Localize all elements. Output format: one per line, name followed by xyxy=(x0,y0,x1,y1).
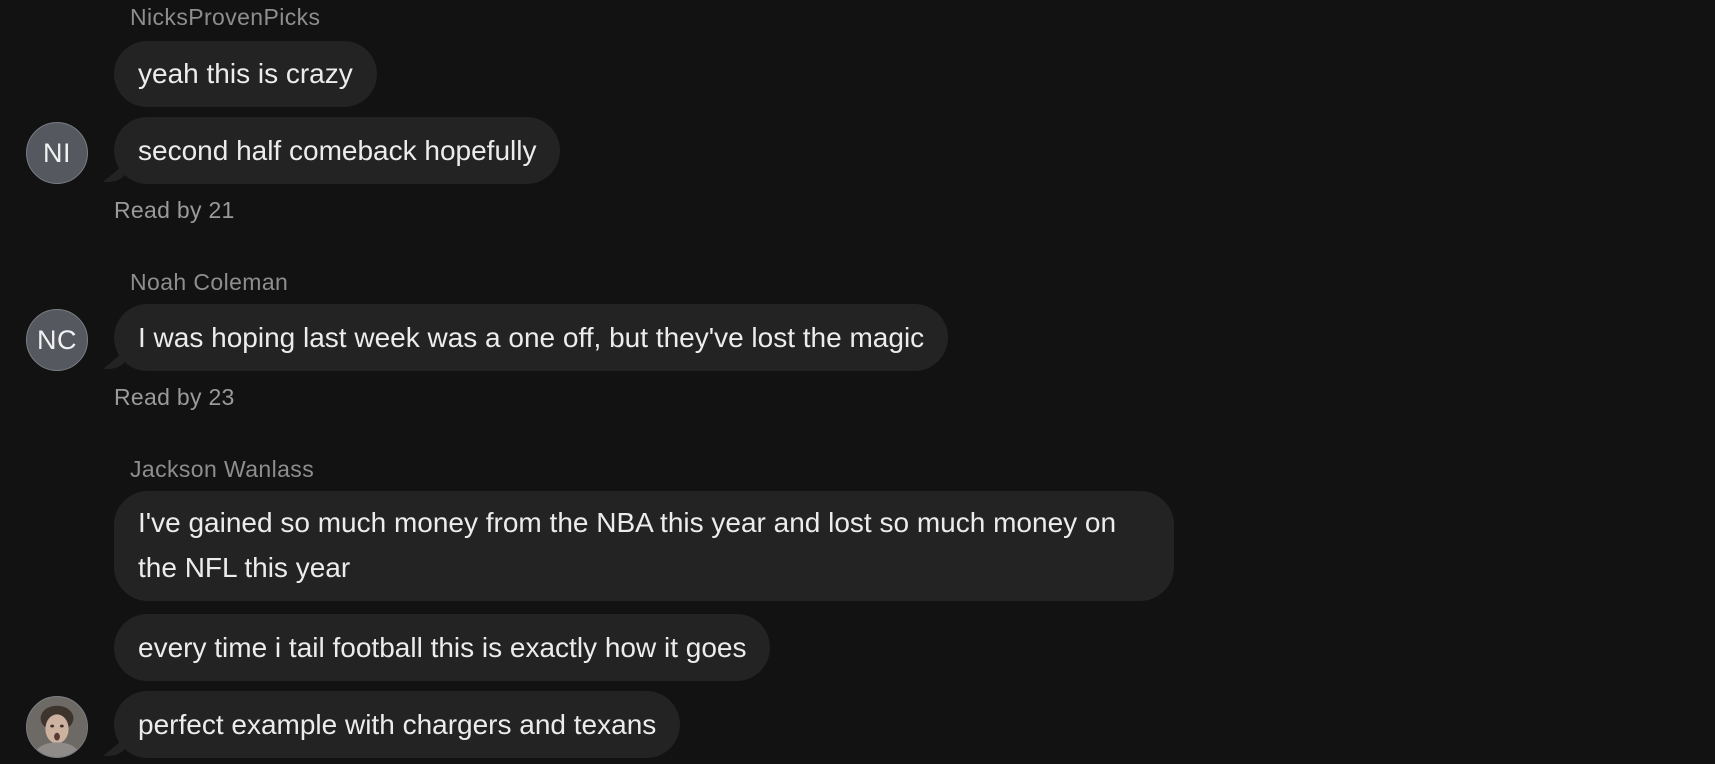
profile-photo-avatar[interactable] xyxy=(26,696,88,758)
sender-name: Jackson Wanlass xyxy=(130,456,315,482)
sender-name: NicksProvenPicks xyxy=(130,4,321,30)
message-bubble[interactable]: perfect example with chargers and texans xyxy=(114,691,681,758)
message-bubble[interactable]: I've gained so much money from the NBA t… xyxy=(114,491,1174,601)
read-receipt: Read by 23 xyxy=(114,384,235,410)
read-receipt: Read by 21 xyxy=(114,197,235,223)
message-bubble[interactable]: every time i tail football this is exact… xyxy=(114,614,771,681)
avatar[interactable]: NC xyxy=(26,309,88,371)
message-bubble[interactable]: yeah this is crazy xyxy=(114,41,377,107)
chat-thread: NicksProvenPicks yeah this is crazy seco… xyxy=(0,0,1715,764)
avatar[interactable]: NI xyxy=(26,122,88,184)
profile-photo-icon xyxy=(27,697,87,757)
sender-name: Noah Coleman xyxy=(130,269,289,295)
message-bubble[interactable]: second half comeback hopefully xyxy=(114,117,561,184)
message-bubble[interactable]: I was hoping last week was a one off, bu… xyxy=(114,304,949,371)
